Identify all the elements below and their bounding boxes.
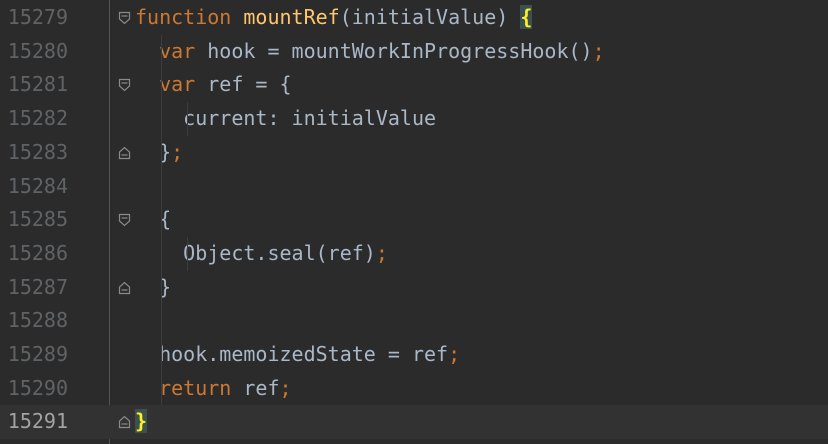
- line-number[interactable]: 15290: [0, 372, 68, 406]
- code-token: }: [135, 274, 172, 299]
- indent-guide: [187, 102, 188, 136]
- line-number[interactable]: 15291: [0, 405, 68, 439]
- code-line[interactable]: 15289 hook.memoizedState = ref;: [0, 338, 828, 372]
- fold-gutter: [114, 136, 136, 170]
- code-text[interactable]: }: [135, 405, 148, 439]
- code-token: Object.seal(ref): [135, 240, 376, 265]
- code-token: {: [135, 207, 172, 232]
- line-number[interactable]: 15283: [0, 136, 68, 170]
- code-token: (initialValue): [339, 5, 521, 29]
- code-line[interactable]: 15288: [0, 304, 828, 338]
- indent-guide: [187, 236, 188, 271]
- code-text[interactable]: current: initialValue: [135, 102, 436, 136]
- fold-gutter: [114, 35, 136, 69]
- fold-gutter: [114, 1, 136, 35]
- code-token: current: [183, 106, 268, 131]
- fold-end-icon[interactable]: [118, 415, 131, 429]
- line-number[interactable]: 15284: [0, 170, 68, 204]
- code-line[interactable]: 15290 return ref;: [0, 372, 828, 406]
- fold-end-icon[interactable]: [118, 146, 131, 160]
- code-text[interactable]: function mountRef(initialValue) {: [135, 1, 533, 35]
- fold-collapse-icon[interactable]: [118, 213, 131, 227]
- code-token: ref = {: [195, 72, 292, 97]
- fold-gutter: [114, 372, 136, 406]
- code-text[interactable]: var hook = mountWorkInProgressHook();: [135, 35, 605, 69]
- fold-gutter: [114, 405, 136, 439]
- line-number[interactable]: 15286: [0, 237, 68, 271]
- fold-gutter: [114, 237, 136, 271]
- fold-gutter: [114, 102, 136, 136]
- fold-gutter: [114, 68, 136, 102]
- line-number[interactable]: 15279: [0, 1, 68, 35]
- code-text[interactable]: var ref = {: [135, 68, 292, 102]
- code-text[interactable]: }: [135, 271, 171, 305]
- fold-collapse-icon[interactable]: [118, 78, 131, 92]
- line-number[interactable]: 15289: [0, 338, 68, 372]
- code-token: ;: [375, 240, 388, 265]
- fold-gutter: [114, 271, 136, 305]
- line-number[interactable]: 15282: [0, 102, 68, 136]
- line-number[interactable]: 15280: [0, 35, 68, 69]
- code-token: var: [159, 38, 196, 63]
- fold-gutter: [114, 304, 136, 338]
- code-token: return: [159, 375, 232, 400]
- fold-gutter: [114, 170, 136, 204]
- line-number[interactable]: 15288: [0, 304, 68, 338]
- code-line[interactable]: 15281 var ref = {: [0, 68, 828, 102]
- code-line[interactable]: 15279 function mountRef(initialValue) {: [0, 1, 828, 35]
- code-token: ;: [448, 342, 461, 366]
- fold-gutter: [114, 338, 136, 372]
- code-line[interactable]: 15285 {: [0, 203, 828, 237]
- code-line[interactable]: 15287 }: [0, 271, 828, 305]
- code-token: {: [520, 5, 533, 29]
- code-token: ;: [279, 375, 292, 400]
- code-token: mountRef: [243, 5, 340, 29]
- code-token: function: [135, 5, 232, 29]
- code-line[interactable]: 15280 var hook = mountWorkInProgressHook…: [0, 35, 828, 69]
- code-text[interactable]: hook.memoizedState = ref;: [135, 338, 460, 372]
- code-token: ;: [171, 139, 184, 164]
- line-number[interactable]: 15281: [0, 68, 68, 102]
- code-line[interactable]: 15284: [0, 170, 828, 204]
- code-text[interactable]: Object.seal(ref);: [135, 237, 388, 271]
- code-line[interactable]: 15286 Object.seal(ref);: [0, 237, 828, 271]
- code-token: }: [135, 139, 172, 164]
- code-token: hook.memoizedState = ref: [135, 342, 449, 366]
- code-text[interactable]: return ref;: [135, 372, 292, 406]
- fold-end-icon[interactable]: [118, 281, 131, 295]
- code-token: : initialValue: [267, 106, 437, 131]
- code-token: ;: [592, 38, 605, 63]
- fold-collapse-icon[interactable]: [118, 11, 131, 25]
- line-number[interactable]: 15285: [0, 203, 68, 237]
- code-text[interactable]: {: [135, 203, 171, 237]
- code-text[interactable]: };: [135, 136, 183, 170]
- code-token: var: [159, 72, 196, 97]
- code-token: hook = mountWorkInProgressHook(): [195, 38, 593, 63]
- code-line[interactable]: 15283 };: [0, 136, 828, 170]
- code-editor[interactable]: 15279 function mountRef(initialValue) {15…: [0, 0, 828, 444]
- code-line[interactable]: 15282 current: initialValue: [0, 102, 828, 136]
- code-line[interactable]: 15291}: [0, 405, 828, 440]
- indent-guide: [161, 34, 162, 406]
- line-number[interactable]: 15287: [0, 271, 68, 305]
- code-token: ref: [231, 375, 280, 400]
- fold-gutter: [114, 203, 136, 237]
- code-token: }: [135, 409, 148, 434]
